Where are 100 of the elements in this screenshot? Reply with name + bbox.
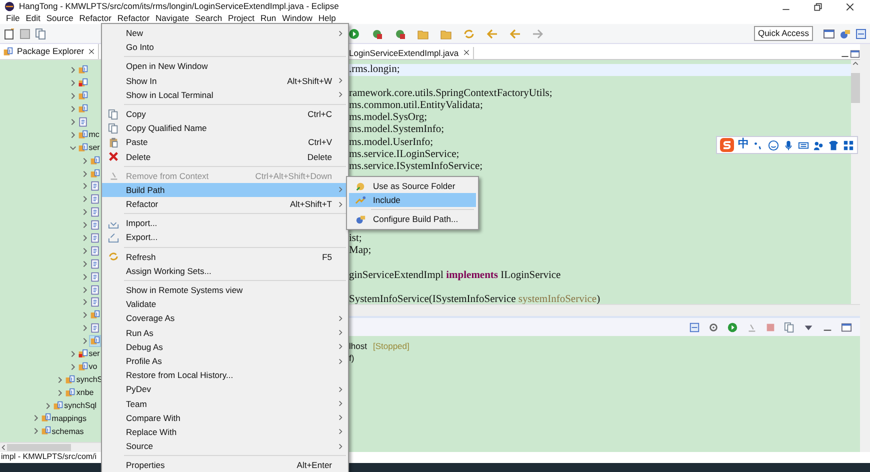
tree-item-label[interactable]: ser (88, 349, 100, 359)
microphone-icon[interactable] (783, 140, 794, 150)
menu-item[interactable]: Restore from Local History... (102, 368, 348, 382)
source-folder-icon (355, 180, 366, 192)
package-explorer-icon (3, 46, 13, 56)
maximize-icon[interactable] (850, 49, 860, 59)
menu-item[interactable]: Source (102, 439, 348, 454)
keyboard-icon[interactable] (798, 140, 809, 150)
menu-item[interactable]: Compare With (102, 410, 348, 425)
menu-item[interactable]: Validate (102, 297, 348, 312)
copy-icon[interactable] (784, 322, 795, 332)
menu-item[interactable]: Debug As (102, 340, 348, 354)
menu-item[interactable]: Help (315, 13, 339, 24)
menu-item[interactable]: Edit (22, 13, 44, 24)
delete-icon (108, 151, 119, 162)
code-line: ms.service.ISystemInfoService; (349, 160, 484, 173)
close-icon[interactable] (462, 49, 470, 56)
window-title: HangTong - KMWLPTS/src/com/its/rms/longin/LoginServiceExtendImpl.java - Eclipse (19, 1, 339, 12)
view-title: Package Explorer (17, 46, 84, 57)
menu-item[interactable]: Refactor (114, 13, 153, 24)
menu-item[interactable]: Use as Source Folder (349, 179, 476, 194)
gear-icon[interactable] (708, 322, 719, 332)
paste-icon (108, 136, 119, 148)
copy-icon (108, 122, 119, 134)
console-line: lhost [Stopped] (348, 340, 410, 352)
menu-item[interactable]: Export... (102, 230, 348, 245)
folder-icon[interactable] (417, 28, 429, 40)
menu-item[interactable]: Delete Delete (102, 150, 348, 164)
menu-item[interactable]: Project (225, 13, 258, 24)
run-icon[interactable] (727, 322, 738, 332)
menu-item[interactable]: Refactor (76, 13, 114, 24)
menu-item[interactable]: Source (43, 13, 76, 24)
menu-item[interactable]: Replace With (102, 424, 348, 440)
include-icon (355, 194, 366, 206)
code-line: SystemInfoService(ISystemInfoService systemInfoService) (349, 294, 602, 306)
folder-icon[interactable] (440, 28, 452, 40)
tree-item-label[interactable]: schemas (52, 426, 84, 436)
status-text: impl - KMWLPTS/src/com/i (1, 452, 97, 461)
menu-item[interactable]: Show in Remote Systems view (102, 283, 348, 298)
menu-item[interactable]: Window (279, 13, 316, 24)
tree-item-label[interactable]: mappings (52, 414, 86, 424)
menu-item[interactable]: Coverage As (102, 311, 348, 326)
scrollbar-thumb[interactable] (851, 73, 860, 103)
view-icon[interactable] (689, 322, 700, 332)
close-icon[interactable] (88, 48, 96, 55)
menu-item[interactable]: New (102, 26, 348, 40)
shirt-icon[interactable] (828, 140, 839, 150)
code-line: ramework.core.utils.SpringContextFactoryUtils; (349, 88, 554, 100)
code-line: ms.model.SystemInfo; (349, 124, 446, 137)
menu-item[interactable]: Import... (102, 216, 348, 230)
menu-item[interactable]: Copy Qualified Name (102, 121, 348, 136)
code-line: ist; (349, 233, 363, 246)
copy-icon (108, 108, 119, 120)
punctuation-icon[interactable] (753, 140, 764, 150)
people-icon[interactable] (813, 140, 824, 150)
run-icon[interactable] (348, 28, 360, 40)
menu-item[interactable]: Team (102, 396, 348, 411)
menu-item[interactable]: Run (258, 13, 280, 24)
console-line: f) (348, 352, 356, 364)
tree-item-label[interactable]: vo (88, 362, 98, 372)
save-icon[interactable] (19, 28, 31, 40)
menu-item[interactable]: Assign Working Sets... (102, 264, 348, 278)
code-line: Map; (349, 245, 372, 258)
menu-item[interactable]: Include (349, 193, 476, 208)
input-mode-toggle[interactable]: 中 (738, 138, 749, 152)
menu-item[interactable]: Refresh F5 (102, 250, 348, 264)
smiley-icon[interactable] (768, 140, 779, 150)
menu-item[interactable]: Properties Alt+Enter (102, 458, 348, 472)
menu-item[interactable]: PyDev (102, 382, 348, 396)
code-line: ms.service.ILoginService; (349, 148, 460, 161)
menu-item[interactable]: Copy Ctrl+C (102, 106, 348, 122)
menu-item[interactable]: Profile As (102, 354, 348, 368)
scrollbar-thumb[interactable] (7, 444, 71, 451)
code-line: ginServiceExtendImpl implements ILoginService (349, 270, 562, 282)
menu-item[interactable]: Search (192, 13, 226, 24)
menu-item[interactable]: Paste Ctrl+V (102, 135, 348, 150)
tree-item-label[interactable]: ser (88, 142, 100, 153)
save-all-icon[interactable] (35, 28, 47, 40)
restore-icon[interactable] (813, 2, 823, 12)
tree-item-label[interactable]: mc (88, 130, 100, 140)
menu-item[interactable]: Go Into (102, 40, 348, 54)
code-line: ms.model.UserInfo; (349, 136, 434, 149)
menu-item[interactable]: Configure Build Path... (349, 212, 476, 227)
eclipse-icon (4, 1, 15, 12)
menu-item[interactable]: Show In Alt+Shift+W (102, 74, 348, 88)
quick-access-field[interactable]: Quick Access (754, 26, 813, 41)
maximize-icon[interactable] (841, 322, 852, 332)
tree-item-label[interactable]: xnbe (76, 388, 94, 398)
menu-item[interactable]: Show in Local Terminal (102, 88, 348, 102)
menu-item[interactable]: File (3, 13, 23, 24)
tree-item-label[interactable]: synchSql (64, 400, 97, 410)
menu-item[interactable]: Navigate (152, 13, 192, 24)
menu-item[interactable]: Build Path (102, 182, 348, 198)
refresh-icon (108, 251, 119, 262)
code-line: .rms.longin; (349, 64, 401, 76)
grid-icon[interactable] (843, 140, 854, 150)
menu-item[interactable]: Open in New Window (102, 59, 348, 74)
new-file-icon[interactable] (3, 28, 15, 40)
menu-item[interactable]: Run As (102, 326, 348, 340)
close-icon[interactable] (845, 2, 855, 12)
